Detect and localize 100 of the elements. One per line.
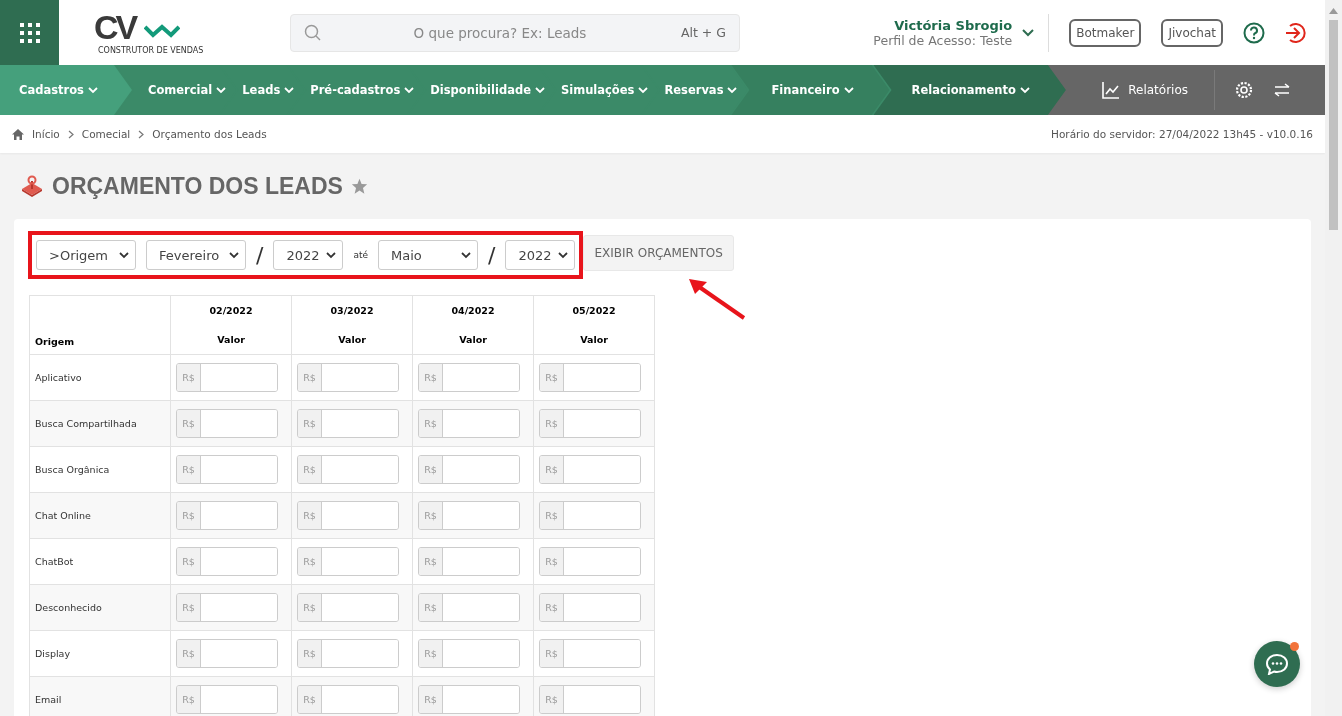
logout-icon[interactable] [1284, 21, 1306, 44]
currency-input-field[interactable]: R$ [418, 363, 520, 392]
currency-input-field[interactable]: R$ [418, 501, 520, 530]
table-cell: Email [29, 676, 171, 716]
chevron-down-icon [216, 86, 227, 94]
chevron-down-icon [404, 86, 415, 94]
currency-input-field[interactable]: R$ [297, 593, 399, 622]
currency-input-field[interactable]: R$ [176, 639, 278, 668]
joystick-icon [20, 175, 44, 197]
show-budgets-button[interactable]: EXIBIR ORÇAMENTOS [583, 235, 734, 271]
breadcrumb-link[interactable]: Início [32, 128, 60, 140]
help-icon[interactable] [1243, 21, 1265, 44]
currency-input-field[interactable]: R$ [539, 455, 641, 484]
logo-subtitle: CONSTRUTOR DE VENDAS [98, 45, 204, 55]
currency-input-field[interactable]: R$ [297, 409, 399, 438]
separator: / [488, 242, 496, 268]
nav-menu-item[interactable]: Relacionamento [873, 65, 1066, 115]
table-cell: Chat Online [29, 492, 171, 539]
chat-integration-button[interactable]: Botmaker [1069, 18, 1142, 47]
chevron-down-icon [534, 86, 545, 94]
currency-input-field[interactable]: R$ [418, 547, 520, 576]
line-chart-icon [1102, 81, 1121, 99]
chevron-down-icon [229, 251, 239, 259]
currency-input-field[interactable]: R$ [539, 639, 641, 668]
table-cell: Desconhecido [29, 584, 171, 631]
table-cell: Display [29, 630, 171, 677]
currency-input-field[interactable]: R$ [176, 685, 278, 714]
chevron-down-icon [461, 251, 471, 259]
currency-input-field[interactable]: R$ [176, 501, 278, 530]
month-select[interactable]: Maio [378, 240, 478, 270]
currency-input-field[interactable]: R$ [297, 455, 399, 484]
column-header: Valor [337, 333, 367, 347]
page-title: ORÇAMENTO DOS LEADS [52, 172, 343, 200]
user-name: Victória Sbrogio [894, 17, 1013, 33]
chat-integration-button[interactable]: Jivochat [1161, 18, 1223, 47]
nav-menu-item[interactable]: Financeiro [731, 65, 890, 115]
column-header: Valor [579, 333, 609, 347]
logo[interactable]: CV CONSTRUTOR DE VENDAS [94, 9, 204, 56]
chevron-down-icon [119, 251, 129, 259]
chevron-down-icon [284, 86, 295, 94]
currency-input-field[interactable]: R$ [176, 547, 278, 576]
month-select[interactable]: Fevereiro [146, 240, 246, 270]
user-menu[interactable]: Victória Sbrogio Perfil de Acesso: Teste [873, 17, 1035, 48]
chevron-down-icon [558, 251, 569, 259]
chevron-right-icon [67, 129, 74, 139]
chevron-right-icon [138, 129, 145, 139]
logo-text: CV [94, 9, 136, 44]
chevron-down-icon [843, 86, 854, 94]
search-icon [304, 23, 322, 42]
currency-input-field[interactable]: R$ [297, 685, 399, 714]
access-profile: Perfil de Acesso: Teste [873, 32, 1013, 48]
currency-input-field[interactable]: R$ [539, 547, 641, 576]
table-cell: Aplicativo [29, 354, 171, 401]
currency-input-field[interactable]: R$ [418, 639, 520, 668]
breadcrumb-link[interactable]: Comecial [81, 128, 131, 140]
currency-input-field[interactable]: R$ [176, 455, 278, 484]
grid-icon [18, 21, 41, 44]
column-header: Valor [458, 333, 488, 347]
home-icon [12, 128, 24, 140]
shortcut-hint: Alt + G [680, 24, 726, 40]
nav-menu-item[interactable]: Cadastros [0, 65, 132, 115]
chat-bubble-icon [1265, 653, 1289, 675]
table-cell: ChatBot [29, 538, 171, 585]
currency-input-field[interactable]: R$ [539, 593, 641, 622]
year-select[interactable]: 2022 [273, 240, 344, 270]
annotation-arrow-icon [687, 276, 748, 321]
chevron-down-icon [1019, 86, 1030, 94]
period-header: 05/2022 [571, 304, 617, 318]
currency-input-field[interactable]: R$ [539, 409, 641, 438]
separator: / [256, 242, 264, 268]
breadcrumb-link[interactable]: Orçamento dos Leads [152, 128, 267, 140]
group-by-select[interactable]: >Origem [36, 240, 136, 270]
chevron-down-icon [1022, 28, 1035, 37]
apps-menu-button[interactable] [0, 0, 59, 65]
currency-input-field[interactable]: R$ [176, 409, 278, 438]
currency-input-field[interactable]: R$ [539, 685, 641, 714]
settings-icon[interactable] [1235, 81, 1253, 99]
period-header: 04/2022 [450, 304, 496, 318]
currency-input-field[interactable]: R$ [418, 409, 520, 438]
star-icon[interactable] [350, 178, 368, 194]
reports-menu-item[interactable]: Relatórios [1096, 80, 1194, 100]
year-select[interactable]: 2022 [505, 240, 576, 270]
currency-input-field[interactable]: R$ [297, 363, 399, 392]
currency-input-field[interactable]: R$ [418, 593, 520, 622]
column-header: Origem [29, 295, 171, 355]
chevron-down-icon [326, 251, 337, 259]
currency-input-field[interactable]: R$ [539, 363, 641, 392]
period-header: 02/2022 [208, 304, 254, 318]
currency-input-field[interactable]: R$ [297, 547, 399, 576]
swap-icon[interactable] [1273, 83, 1291, 97]
currency-input-field[interactable]: R$ [418, 685, 520, 714]
scrollbar-thumb[interactable] [1329, 20, 1338, 230]
currency-input-field[interactable]: R$ [539, 501, 641, 530]
chevron-down-icon [638, 86, 649, 94]
currency-input-field[interactable]: R$ [176, 363, 278, 392]
chevron-down-icon [87, 86, 98, 94]
currency-input-field[interactable]: R$ [176, 593, 278, 622]
currency-input-field[interactable]: R$ [297, 501, 399, 530]
currency-input-field[interactable]: R$ [418, 455, 520, 484]
currency-input-field[interactable]: R$ [297, 639, 399, 668]
